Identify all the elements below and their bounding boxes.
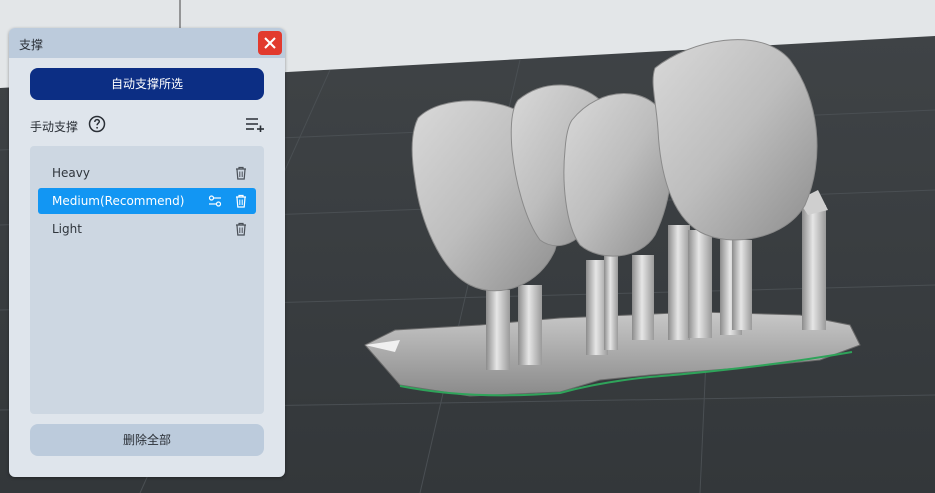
panel-title: 支撑 [19, 38, 44, 52]
close-button[interactable] [258, 31, 282, 55]
trash-icon[interactable] [234, 222, 248, 236]
list-item-heavy[interactable]: Heavy [38, 160, 256, 186]
delete-all-button[interactable]: 删除全部 [30, 424, 264, 456]
list-item-light[interactable]: Light [38, 216, 256, 242]
support-preset-list: Heavy Medium(Recommend) Light [30, 146, 264, 414]
list-item-medium[interactable]: Medium(Recommend) [38, 188, 256, 214]
auto-support-selected-button[interactable]: 自动支撑所选 [30, 68, 264, 100]
list-item-label: Light [52, 222, 82, 236]
trash-icon[interactable] [234, 166, 248, 180]
settings-sliders-icon[interactable] [208, 194, 222, 208]
add-list-icon[interactable] [245, 116, 265, 132]
help-icon[interactable] [88, 115, 106, 133]
list-item-label: Heavy [52, 166, 90, 180]
trash-icon[interactable] [234, 194, 248, 208]
close-icon [264, 37, 276, 49]
manual-support-label: 手动支撑 [30, 120, 79, 134]
list-item-label: Medium(Recommend) [52, 194, 185, 208]
support-panel: 支撑 自动支撑所选 手动支撑 Heavy Medium(Recommend) L… [9, 28, 285, 477]
panel-header: 支撑 [9, 28, 285, 58]
